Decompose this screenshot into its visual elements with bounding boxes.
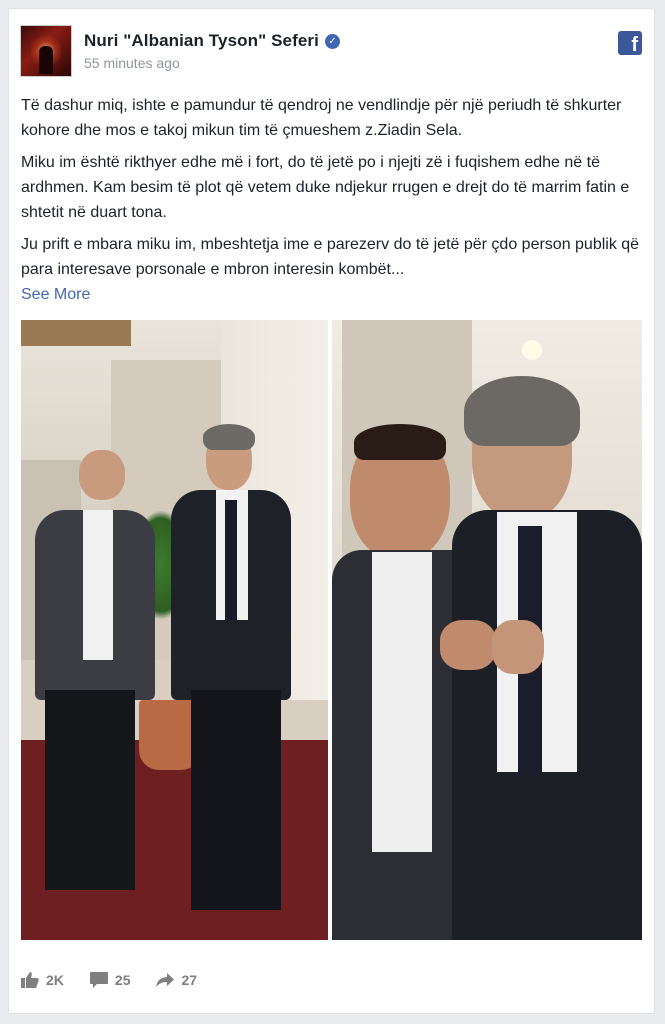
post-photo-2[interactable] bbox=[332, 320, 642, 940]
photo-person-1-shirt bbox=[372, 552, 432, 852]
author-row: Nuri "Albanian Tyson" Seferi ✓ bbox=[84, 31, 340, 51]
photo-person-1-shirt bbox=[83, 510, 113, 660]
share-count: 27 bbox=[181, 972, 198, 988]
comment-count: 25 bbox=[114, 972, 131, 988]
photo-person-1-hair bbox=[354, 424, 446, 460]
photo-person-2-hair bbox=[464, 376, 580, 446]
post-body: Të dashur miq, ishte e pamundur të qendr… bbox=[21, 93, 643, 307]
post-timestamp[interactable]: 55 minutes ago bbox=[84, 55, 180, 71]
post-actions: 2K 25 27 bbox=[21, 972, 223, 988]
thumbs-up-icon bbox=[21, 972, 39, 988]
photo-person-1-head bbox=[79, 450, 125, 500]
facebook-logo-icon[interactable]: f bbox=[618, 31, 642, 55]
photo-fist-2 bbox=[492, 620, 544, 674]
like-action[interactable]: 2K bbox=[21, 972, 64, 988]
avatar-figure bbox=[39, 46, 53, 74]
photo-person-1-pants bbox=[45, 690, 135, 890]
photo-person-2-tie bbox=[225, 500, 237, 620]
see-more-link[interactable]: See More bbox=[21, 282, 90, 307]
avatar[interactable] bbox=[20, 25, 72, 77]
verified-check-icon: ✓ bbox=[324, 33, 340, 49]
post-paragraph-1: Të dashur miq, ishte e pamundur të qendr… bbox=[21, 97, 622, 139]
author-name[interactable]: Nuri "Albanian Tyson" Seferi bbox=[84, 31, 319, 51]
share-arrow-icon bbox=[156, 973, 175, 987]
like-count: 2K bbox=[46, 972, 64, 988]
post-paragraph-3: Ju prift e mbara miku im, mbeshtetja ime… bbox=[21, 236, 640, 278]
comment-icon bbox=[89, 972, 108, 988]
photo-person-2-pants bbox=[191, 690, 281, 910]
share-action[interactable]: 27 bbox=[156, 972, 197, 988]
photo-fist-1 bbox=[440, 620, 496, 670]
photo-light bbox=[522, 340, 542, 360]
post-paragraph-2: Miku im është rikthyer edhe më i fort, d… bbox=[21, 154, 630, 221]
post-card: Nuri "Albanian Tyson" Seferi ✓ 55 minute… bbox=[8, 8, 655, 1014]
photo-sign bbox=[21, 320, 131, 346]
photo-person-2-hair bbox=[203, 424, 255, 450]
post-header: Nuri "Albanian Tyson" Seferi ✓ 55 minute… bbox=[20, 25, 643, 81]
comment-action[interactable]: 25 bbox=[89, 972, 131, 988]
post-photo-1[interactable] bbox=[21, 320, 328, 940]
